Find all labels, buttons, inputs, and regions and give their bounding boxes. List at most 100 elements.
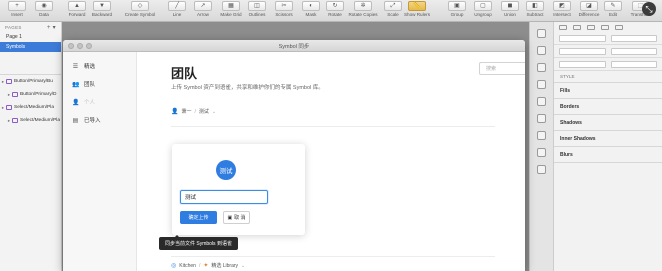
toolbar-item-label: Arrow [197, 12, 209, 17]
upload-card: 测试 确定上传 ▣ 取 消 [172, 144, 305, 235]
toolbar-item-label: Rotate [328, 12, 342, 17]
size-row [554, 45, 662, 58]
layer-item[interactable]: ▸ Select/Medium/Pla [0, 114, 61, 127]
page-title: 团队 [171, 66, 198, 81]
page-item-page-1[interactable]: Page 1 [0, 32, 61, 42]
symbol-icon [6, 105, 12, 110]
featured-icon: ✦ [203, 263, 209, 269]
edit-icon: ✎ [604, 1, 622, 11]
confirm-upload-button[interactable]: 确定上传 [180, 211, 217, 224]
width-field[interactable] [559, 47, 606, 55]
page-item-symbols[interactable]: Symbols [0, 42, 61, 52]
rotate-icon: ↻ [326, 1, 344, 11]
height-field[interactable] [610, 47, 657, 55]
nav-label: 精选 [84, 64, 96, 70]
toolbar-item-label: Data [39, 12, 49, 17]
align-right-icon[interactable] [587, 24, 595, 30]
toolbar-backward-button[interactable]: ▼ Backward [85, 1, 119, 17]
section-divider [171, 256, 495, 257]
align-center-icon[interactable] [573, 24, 581, 30]
toolbar-item-label: Subtract [526, 12, 544, 17]
team-breadcrumb[interactable]: 👤 秉一 / 测试 ⌄ [171, 108, 217, 116]
opacity-icon[interactable] [537, 114, 546, 123]
backward-icon: ▼ [93, 1, 111, 11]
layer-label: Select/Medium/Pla [14, 105, 54, 110]
inspector-section-blurs[interactable]: Blurs [554, 147, 662, 163]
toolbar-item-label: Intersect [553, 12, 571, 17]
resize-icon[interactable] [537, 63, 546, 72]
toolbar-show-rulers-button[interactable]: 📏 Show Rulers [400, 1, 434, 17]
layer-label: Button/Primary/D [20, 92, 57, 97]
kitchen-icon: ◎ [171, 263, 177, 269]
chevron-down-icon: ⌄ [241, 262, 246, 269]
breadcrumb-user: 秉一 [181, 109, 192, 115]
nav-icon: ▤ [72, 117, 79, 124]
symbol-icon [12, 92, 18, 97]
nav-label: 团队 [84, 82, 96, 88]
inspector-section-borders[interactable]: Borders [554, 99, 662, 115]
align-top-icon[interactable] [601, 24, 609, 30]
team-name-input[interactable] [180, 190, 268, 204]
style-heading: STYLE [554, 71, 662, 83]
x-field[interactable] [559, 34, 606, 42]
sync-tooltip: 同步当前文件 Symbols 到语雀 [159, 235, 238, 250]
align-icon[interactable] [537, 29, 546, 38]
union-icon: ◼ [501, 1, 519, 11]
toolbar-item-label: Union [503, 12, 516, 17]
toolbar-item-label: Outlines [248, 12, 266, 17]
insert-icon: + [8, 1, 26, 11]
position-icon[interactable] [537, 80, 546, 89]
window-title: Symbol 同步 [278, 44, 310, 50]
nav-item[interactable]: ▤ 已导入 [63, 111, 136, 129]
nav-icon: 👥 [72, 81, 80, 88]
layers-sidebar: PAGES + ▾ Page 1 Symbols ▸ Button/Primary/… [0, 22, 62, 271]
toolbar-item-label: Backward [91, 12, 113, 17]
align-middle-icon[interactable] [615, 24, 623, 30]
boolean-icon[interactable] [537, 165, 546, 174]
position-row [554, 32, 662, 45]
cancel-label: 取 消 [234, 215, 246, 221]
inspector-section-fills[interactable]: Fills [554, 83, 662, 99]
collapse-icon[interactable]: ⤡ [642, 2, 656, 16]
toolbar-data-button[interactable]: ◉ Data [27, 1, 61, 17]
chevron-down-icon: ⌄ [211, 108, 217, 115]
layer-item[interactable]: ▸ Button/Primary/D [0, 88, 61, 101]
inspector-section-shadows[interactable]: Shadows [554, 115, 662, 131]
arrow-icon: ↗ [194, 1, 212, 11]
library-selector[interactable]: ◎ Kitchen / ✦ 精选 Library ⌄ [171, 262, 246, 270]
outlines-icon: ◫ [248, 1, 266, 11]
style-sections: Fills Borders Shadows Inner Shadows Blurs [554, 83, 662, 163]
nav-icon: ☰ [72, 63, 79, 70]
symbol-icon [12, 118, 18, 123]
toolbar-rotate-copies-button[interactable]: ✲ Rotate Copies [346, 1, 380, 17]
page-description: 上传 Symbol 资产到语雀，共享和维护你们的专属 Symbol 库。 [171, 85, 324, 91]
window-nav: ☰ 精选 👥 团队 👤 个人 ▤ 已导入 [63, 52, 137, 271]
nav-item[interactable]: 👥 团队 [63, 75, 136, 93]
blend-icon[interactable] [537, 131, 546, 140]
nav-label: 个人 [84, 100, 96, 106]
nav-item[interactable]: 👤 个人 [63, 93, 136, 111]
layer-item[interactable]: ▸ Button/Primary/Bu [0, 75, 61, 88]
toolbar-item-label: Scissors [275, 12, 293, 17]
distribute-icon[interactable] [537, 46, 546, 55]
inspector-section-inner-shadows[interactable]: Inner Shadows [554, 131, 662, 147]
pages-controls[interactable]: + ▾ [47, 24, 56, 31]
line-icon: ╱ [168, 1, 186, 11]
nav-item[interactable]: ☰ 精选 [63, 57, 136, 75]
search-input[interactable] [479, 62, 525, 75]
sketch-toolbar: + Insert ◉ Data ▲ Forward ▼ Backward ◇ Create Sym… [0, 0, 662, 22]
toolbar-item-label: Ungroup [474, 12, 492, 17]
toolbar-item-label: Scale [387, 12, 399, 17]
y-field[interactable] [610, 34, 657, 42]
forward-icon: ▲ [68, 1, 86, 11]
layer-item[interactable]: ▸ Select/Medium/Pla [0, 101, 61, 114]
toolbar-create-symbol-button[interactable]: ◇ Create Symbol [123, 1, 157, 17]
cancel-button[interactable]: ▣ 取 消 [223, 211, 250, 224]
layer-label: Button/Primary/Bu [14, 79, 53, 84]
toolbar-item-label: Line [172, 12, 182, 17]
radius-icon[interactable] [537, 148, 546, 157]
flip-field[interactable] [610, 60, 657, 68]
rotation-field[interactable] [559, 60, 606, 68]
align-left-icon[interactable] [559, 24, 567, 30]
flip-icon[interactable] [537, 97, 546, 106]
